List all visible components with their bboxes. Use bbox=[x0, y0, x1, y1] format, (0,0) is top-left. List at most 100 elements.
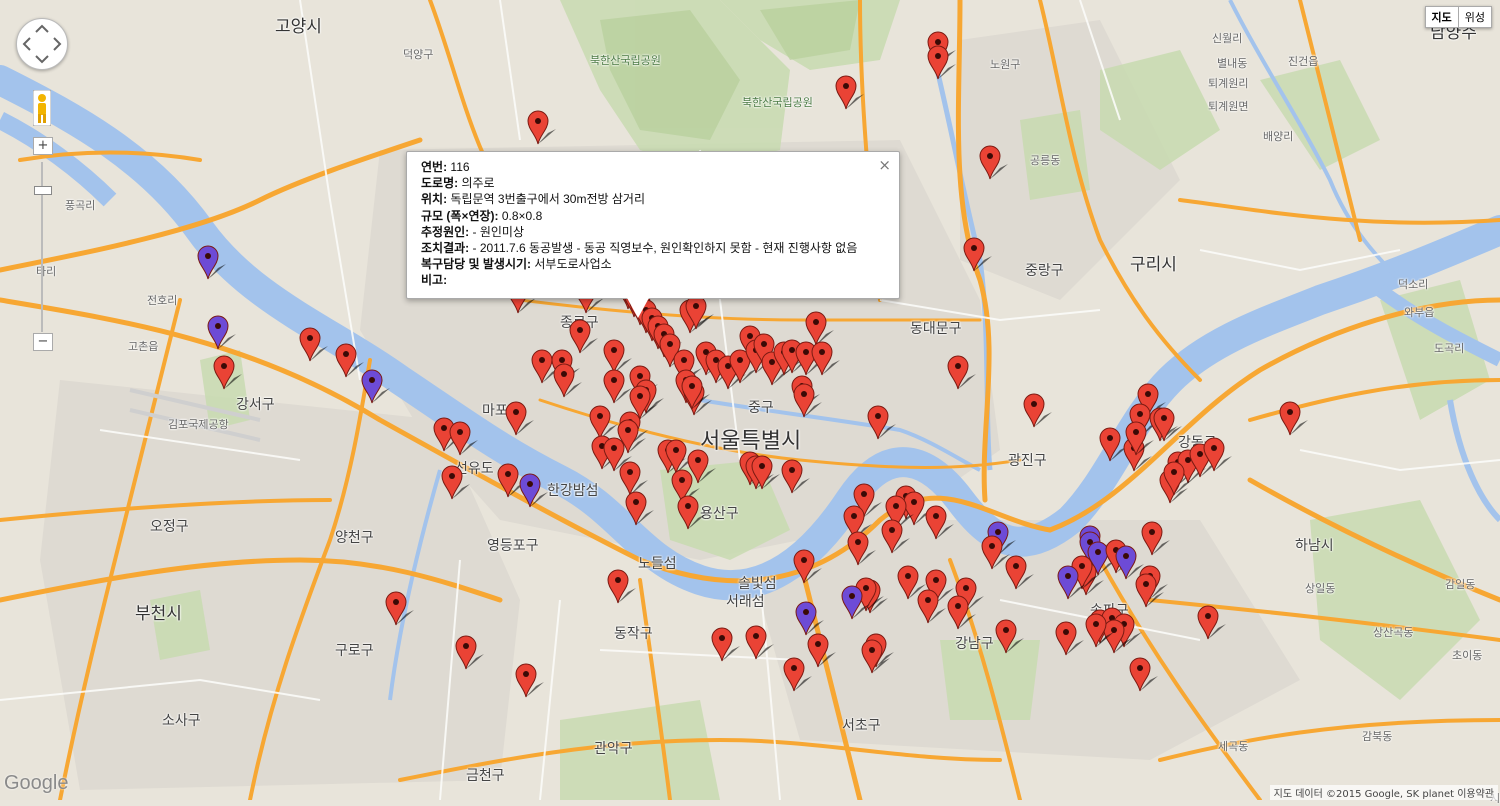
info-label: 추정원인: bbox=[421, 224, 470, 239]
red-map-marker[interactable] bbox=[335, 343, 364, 378]
red-map-marker[interactable] bbox=[527, 110, 556, 145]
red-map-marker[interactable] bbox=[783, 657, 812, 692]
red-map-marker[interactable] bbox=[625, 491, 654, 526]
zoom-in-button[interactable]: + bbox=[33, 137, 53, 155]
place-label: 용산구 bbox=[700, 506, 739, 522]
place-label: 부천시 bbox=[135, 604, 182, 624]
red-map-marker[interactable] bbox=[925, 505, 954, 540]
red-map-marker[interactable] bbox=[677, 495, 706, 530]
red-map-marker[interactable] bbox=[881, 519, 910, 554]
map-attribution[interactable]: 지도 데이터 ©2015 Google, SK planet 이용약관 bbox=[1269, 785, 1498, 800]
place-label: 구로구 bbox=[335, 643, 374, 659]
red-map-marker[interactable] bbox=[497, 463, 526, 498]
red-map-marker[interactable] bbox=[685, 295, 714, 330]
red-map-marker[interactable] bbox=[385, 591, 414, 626]
red-map-marker[interactable] bbox=[751, 455, 780, 490]
place-label: 신월리 bbox=[1212, 32, 1243, 45]
red-map-marker[interactable] bbox=[981, 535, 1010, 570]
purple-map-marker[interactable] bbox=[361, 369, 390, 404]
red-map-marker[interactable] bbox=[449, 421, 478, 456]
red-map-marker[interactable] bbox=[1125, 421, 1154, 456]
red-map-marker[interactable] bbox=[603, 339, 632, 374]
red-map-marker[interactable] bbox=[1279, 401, 1308, 436]
place-label: 풍곡리 bbox=[65, 199, 96, 212]
map-type-map-button[interactable]: 지도 bbox=[1424, 6, 1459, 28]
red-map-marker[interactable] bbox=[553, 363, 582, 398]
red-map-marker[interactable] bbox=[917, 589, 946, 624]
red-map-marker[interactable] bbox=[947, 355, 976, 390]
info-row-cause: 추정원인: - 원인미상 bbox=[421, 224, 857, 240]
red-map-marker[interactable] bbox=[531, 349, 560, 384]
zoom-out-button[interactable]: − bbox=[33, 333, 53, 351]
red-map-marker[interactable] bbox=[607, 569, 636, 604]
red-map-marker[interactable] bbox=[455, 635, 484, 670]
red-map-marker[interactable] bbox=[947, 595, 976, 630]
red-map-marker[interactable] bbox=[811, 341, 840, 376]
red-map-marker[interactable] bbox=[1203, 437, 1232, 472]
red-map-marker[interactable] bbox=[681, 375, 710, 410]
red-map-marker[interactable] bbox=[505, 401, 534, 436]
red-map-marker[interactable] bbox=[589, 405, 618, 440]
info-row-manager: 복구담당 및 발생시기: 서부도로사업소 bbox=[421, 256, 857, 272]
purple-map-marker[interactable] bbox=[841, 585, 870, 620]
purple-map-marker[interactable] bbox=[197, 245, 226, 280]
place-label: 진건읍 bbox=[1288, 55, 1319, 68]
red-map-marker[interactable] bbox=[213, 355, 242, 390]
close-icon[interactable]: × bbox=[878, 156, 891, 174]
red-map-marker[interactable] bbox=[861, 639, 890, 674]
purple-map-marker[interactable] bbox=[1115, 545, 1144, 580]
red-map-marker[interactable] bbox=[805, 311, 834, 346]
map-type-satellite-button[interactable]: 위성 bbox=[1458, 6, 1492, 28]
red-map-marker[interactable] bbox=[619, 461, 648, 496]
place-label: 노원구 bbox=[990, 58, 1021, 71]
red-map-marker[interactable] bbox=[1135, 573, 1164, 608]
red-map-marker[interactable] bbox=[867, 405, 896, 440]
red-map-marker[interactable] bbox=[1153, 407, 1182, 442]
red-map-marker[interactable] bbox=[1163, 461, 1192, 496]
red-map-marker[interactable] bbox=[711, 627, 740, 662]
red-map-marker[interactable] bbox=[569, 319, 598, 354]
purple-map-marker[interactable] bbox=[795, 601, 824, 636]
red-map-marker[interactable] bbox=[847, 531, 876, 566]
place-label: 별내동 bbox=[1217, 57, 1248, 70]
purple-map-marker[interactable] bbox=[519, 473, 548, 508]
red-map-marker[interactable] bbox=[793, 383, 822, 418]
red-map-marker[interactable] bbox=[1055, 621, 1084, 656]
red-map-marker[interactable] bbox=[1141, 521, 1170, 556]
zoom-slider-thumb[interactable] bbox=[34, 186, 52, 195]
red-map-marker[interactable] bbox=[835, 75, 864, 110]
red-map-marker[interactable] bbox=[927, 45, 956, 80]
red-map-marker[interactable] bbox=[781, 459, 810, 494]
purple-map-marker[interactable] bbox=[207, 315, 236, 350]
red-map-marker[interactable] bbox=[807, 633, 836, 668]
red-map-marker[interactable] bbox=[515, 663, 544, 698]
info-value: 116 bbox=[447, 160, 470, 174]
red-map-marker[interactable] bbox=[979, 145, 1008, 180]
red-map-marker[interactable] bbox=[1005, 555, 1034, 590]
place-label: 도곡리 bbox=[1434, 342, 1465, 355]
red-map-marker[interactable] bbox=[963, 237, 992, 272]
red-map-marker[interactable] bbox=[1099, 427, 1128, 462]
purple-map-marker[interactable] bbox=[1057, 565, 1086, 600]
red-map-marker[interactable] bbox=[995, 619, 1024, 654]
red-map-marker[interactable] bbox=[903, 491, 932, 526]
red-map-marker[interactable] bbox=[793, 549, 822, 584]
pan-control[interactable] bbox=[16, 18, 68, 70]
red-map-marker[interactable] bbox=[299, 327, 328, 362]
red-map-marker[interactable] bbox=[1085, 613, 1114, 648]
red-map-marker[interactable] bbox=[603, 369, 632, 404]
red-map-marker[interactable] bbox=[1023, 393, 1052, 428]
place-label: 동대문구 bbox=[910, 321, 962, 337]
place-label: 감일동 bbox=[1445, 578, 1476, 591]
place-label: 노들섬 bbox=[638, 556, 677, 572]
place-label: 강남구 bbox=[955, 636, 994, 652]
red-map-marker[interactable] bbox=[897, 565, 926, 600]
info-value: - 2011.7.6 동공발생 - 동공 직영보수, 원인확인하지 못함 - 현… bbox=[469, 241, 858, 256]
street-view-pegman-icon[interactable] bbox=[32, 89, 52, 127]
red-map-marker[interactable] bbox=[1197, 605, 1226, 640]
red-map-marker[interactable] bbox=[1129, 657, 1158, 692]
red-map-marker[interactable] bbox=[441, 465, 470, 500]
place-label: 상산곡동 bbox=[1373, 626, 1414, 639]
red-map-marker[interactable] bbox=[745, 625, 774, 660]
red-map-marker[interactable] bbox=[665, 439, 694, 474]
